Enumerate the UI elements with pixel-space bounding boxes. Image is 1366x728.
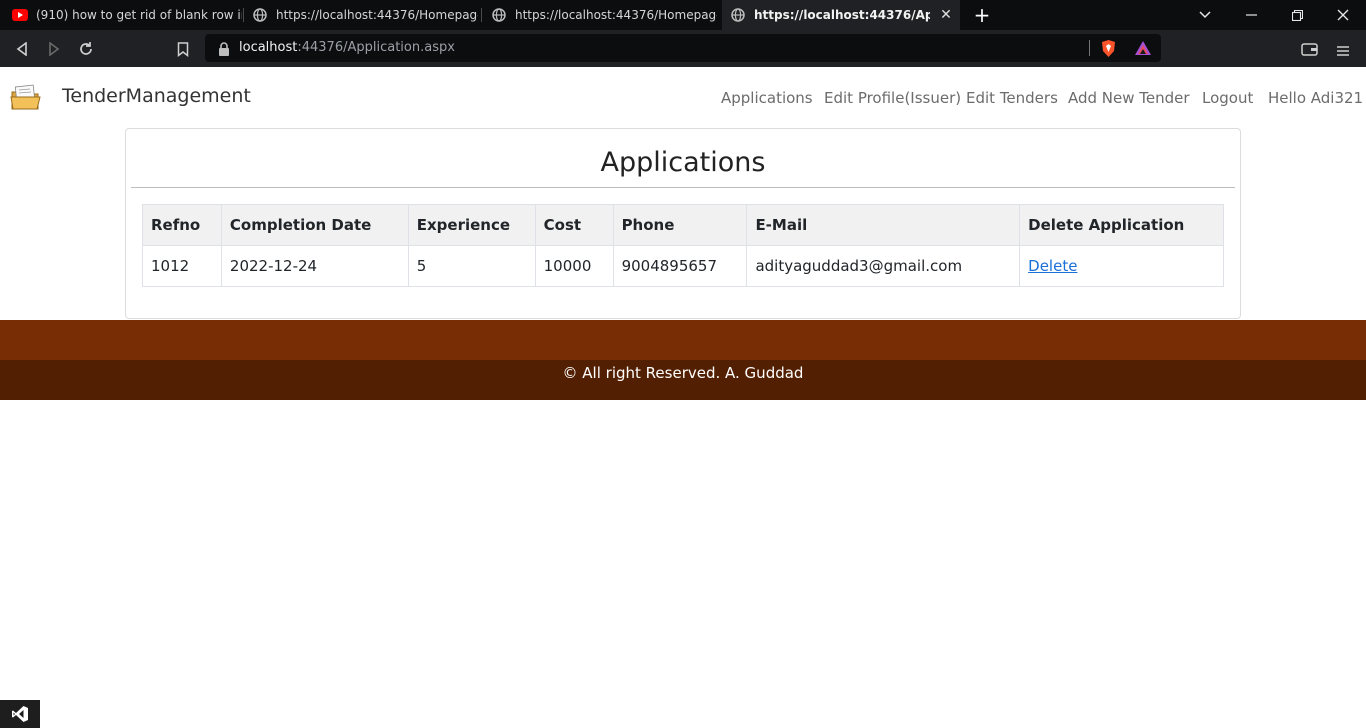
cell-cost: 10000 bbox=[534, 245, 614, 287]
column-header: Phone bbox=[612, 204, 748, 246]
visual-studio-icon[interactable] bbox=[0, 700, 40, 728]
reload-icon[interactable] bbox=[75, 38, 97, 60]
tab-search-icon[interactable] bbox=[1182, 0, 1228, 30]
cell-delete: Delete bbox=[1019, 245, 1224, 287]
brave-rewards-icon[interactable] bbox=[1134, 40, 1152, 60]
globe-icon bbox=[491, 7, 507, 23]
page-title: Applications bbox=[600, 147, 766, 178]
table-row: 1012 2022-12-24 5 10000 9004895657 adity… bbox=[142, 245, 1224, 287]
tab-separator bbox=[481, 8, 482, 22]
nav-edit-tenders[interactable]: Edit Tenders bbox=[966, 89, 1058, 107]
column-header: Experience bbox=[407, 204, 536, 246]
column-header: E-Mail bbox=[746, 204, 1021, 246]
menu-icon[interactable] bbox=[1337, 42, 1349, 61]
wallet-icon[interactable] bbox=[1301, 41, 1318, 60]
youtube-icon bbox=[12, 7, 28, 23]
address-separator bbox=[1089, 40, 1090, 56]
cell-phone: 9004895657 bbox=[612, 245, 748, 287]
cell-refno: 1012 bbox=[142, 245, 222, 287]
footer-top-band bbox=[0, 320, 1366, 360]
minimize-icon[interactable] bbox=[1228, 0, 1274, 30]
footer-copyright: © All right Reserved. A. Guddad bbox=[562, 364, 804, 382]
title-divider bbox=[131, 187, 1235, 188]
browser-tab-3[interactable]: https://localhost:44376/Homepage.asp bbox=[483, 0, 717, 30]
folder-logo-icon[interactable] bbox=[10, 83, 42, 111]
tab-title: (910) how to get rid of blank row in gr bbox=[36, 8, 242, 22]
tab-title: https://localhost:44376/Applicatio bbox=[754, 8, 930, 22]
column-header: Completion Date bbox=[220, 204, 409, 246]
browser-tab-strip: (910) how to get rid of blank row in gr … bbox=[0, 0, 1366, 30]
site-brand[interactable]: TenderManagement bbox=[62, 85, 251, 107]
delete-link[interactable]: Delete bbox=[1028, 257, 1077, 275]
nav-user-greeting[interactable]: Hello Adi321 bbox=[1268, 89, 1363, 107]
browser-tab-1[interactable]: (910) how to get rid of blank row in gr bbox=[4, 0, 242, 30]
nav-edit-profile[interactable]: Edit Profile(Issuer) bbox=[824, 89, 961, 107]
new-tab-icon[interactable]: + bbox=[972, 5, 992, 25]
cell-completion-date: 2022-12-24 bbox=[220, 245, 409, 287]
web-page: TenderManagement Applications Edit Profi… bbox=[0, 67, 1366, 728]
close-tab-icon[interactable]: ✕ bbox=[938, 7, 954, 23]
nav-logout[interactable]: Logout bbox=[1202, 89, 1253, 107]
browser-tab-2[interactable]: https://localhost:44376/Homepage.asp bbox=[244, 0, 478, 30]
column-header: Delete Application bbox=[1019, 204, 1224, 246]
globe-icon bbox=[730, 7, 746, 23]
url-path: :44376/Application.aspx bbox=[297, 40, 455, 55]
globe-icon bbox=[252, 7, 268, 23]
cell-experience: 5 bbox=[407, 245, 536, 287]
browser-tab-active[interactable]: https://localhost:44376/Applicatio ✕ bbox=[722, 0, 960, 30]
url-host: localhost bbox=[239, 40, 298, 55]
back-icon[interactable] bbox=[11, 38, 33, 60]
close-window-icon[interactable] bbox=[1320, 0, 1366, 30]
bookmark-icon[interactable] bbox=[172, 38, 194, 60]
applications-table: Refno Completion Date Experience Cost Ph… bbox=[142, 204, 1224, 287]
lock-icon[interactable] bbox=[218, 41, 230, 56]
restore-icon[interactable] bbox=[1274, 0, 1320, 30]
brave-shield-icon[interactable] bbox=[1100, 39, 1117, 62]
table-header-row: Refno Completion Date Experience Cost Ph… bbox=[142, 204, 1224, 246]
tab-title: https://localhost:44376/Homepage.asp bbox=[276, 8, 478, 22]
nav-add-new-tender[interactable]: Add New Tender bbox=[1068, 89, 1190, 107]
cell-email: adityaguddad3@gmail.com bbox=[746, 245, 1021, 287]
tab-title: https://localhost:44376/Homepage.asp bbox=[515, 8, 717, 22]
nav-applications[interactable]: Applications bbox=[721, 89, 813, 107]
forward-icon[interactable] bbox=[43, 38, 65, 60]
column-header: Refno bbox=[142, 204, 222, 246]
url-text[interactable]: localhost:44376/Application.aspx bbox=[239, 40, 455, 55]
column-header: Cost bbox=[534, 204, 614, 246]
